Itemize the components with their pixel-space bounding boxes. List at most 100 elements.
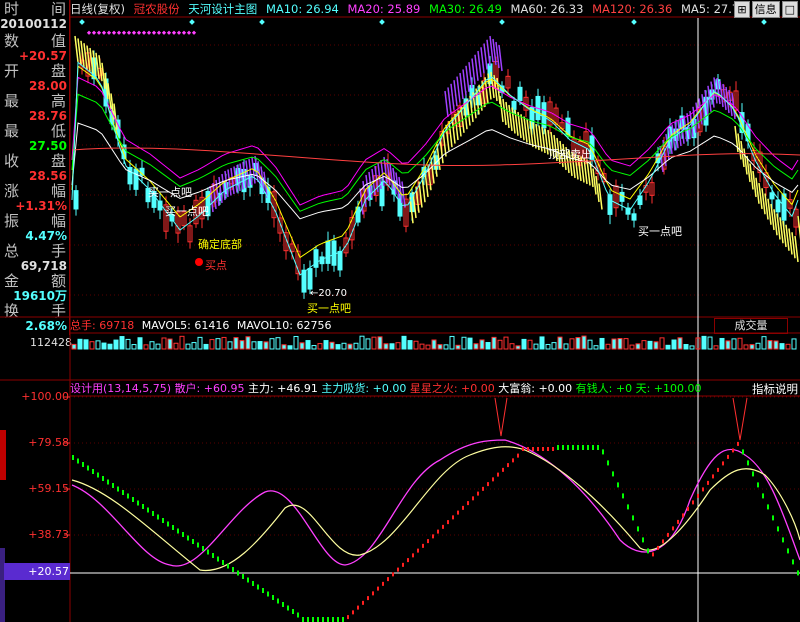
volume-bar: [785, 343, 791, 350]
yellow-band: [737, 133, 742, 160]
signal-diamond: [156, 30, 162, 35]
zhuli-line: [71, 446, 800, 572]
volume-bar: [515, 345, 521, 350]
volume-bar: [473, 343, 479, 350]
info-button[interactable]: 信息: [751, 1, 780, 18]
signal-dot: [637, 526, 639, 532]
volume-bar: [77, 338, 83, 350]
ma60-label: MA60: 26.33: [510, 2, 584, 16]
volume-bar: [251, 341, 257, 350]
signal-dot: [147, 507, 149, 513]
volume-bar: [707, 336, 713, 350]
purple-band: [450, 83, 455, 110]
buy-signal-label: 买一点吧: [148, 186, 192, 199]
signal-dot: [672, 526, 674, 531]
signal-dot: [392, 572, 394, 577]
volume-bar: [767, 340, 773, 350]
formula-name[interactable]: 天河设计主图: [188, 2, 257, 16]
indicator-help-button[interactable]: 指标说明: [752, 381, 798, 397]
signal-dot: [582, 445, 584, 450]
purple-band: [462, 69, 467, 96]
signal-dot: [732, 448, 734, 453]
volume-tab[interactable]: 成交量: [714, 318, 788, 334]
volume-bar: [779, 343, 785, 350]
signal-dot: [777, 526, 779, 532]
volume-bar: [173, 342, 179, 350]
signal-diamond: [166, 30, 172, 35]
volume-bar: [377, 336, 383, 350]
signal-dot: [407, 558, 409, 563]
signal-dot: [512, 458, 514, 463]
signal-dot: [362, 600, 364, 605]
volume-bar: [677, 337, 683, 350]
yellow-band: [743, 148, 748, 175]
yellow-band: [773, 209, 778, 236]
signal-dot: [692, 500, 694, 505]
low-price-label: ←20.70: [310, 288, 348, 299]
period-label[interactable]: 日线(复权): [70, 2, 125, 16]
signal-dot: [477, 491, 479, 496]
volume-bar: [629, 344, 635, 350]
volume-bar: [653, 341, 659, 350]
signal-diamond: [136, 30, 142, 35]
signal-dot: [182, 532, 184, 537]
signal-dot: [552, 447, 554, 451]
volume-bar: [83, 339, 89, 350]
signal-dot: [222, 560, 224, 565]
menu-button[interactable]: □: [781, 1, 798, 18]
signal-dot: [267, 591, 269, 597]
ma20-label: MA20: 25.89: [347, 2, 421, 16]
volume-bar: [623, 338, 629, 350]
volume-bar: [233, 337, 239, 350]
dafuweng-label: 大富翁: +0.00: [498, 382, 573, 395]
signal-dot: [397, 567, 399, 572]
signal-dot: [287, 605, 289, 611]
volume-bar: [185, 343, 191, 350]
signal-dot: [572, 445, 574, 450]
signal-diamond: [111, 30, 117, 35]
signal-dot: [642, 537, 644, 543]
main-chart-header: 日线(复权) 冠农股份 天河设计主图 MA10: 26.94 MA20: 25.…: [70, 0, 800, 18]
chart-canvas[interactable]: [0, 0, 800, 622]
signal-dot: [432, 534, 434, 539]
candle-body: [325, 240, 331, 264]
signal-dot: [722, 461, 724, 466]
volume-bar: [449, 335, 455, 350]
signal-dot: [587, 445, 589, 450]
volume-bar: [569, 338, 575, 350]
yellow-band: [598, 183, 603, 210]
signal-dot: [782, 537, 784, 543]
volume-bar: [245, 336, 251, 350]
signal-diamond: [171, 30, 177, 35]
volume-bar: [533, 343, 539, 350]
volume-bar: [665, 344, 671, 350]
volume-bar: [557, 336, 563, 350]
signal-dot: [597, 445, 599, 450]
purple-band: [486, 39, 491, 66]
yellow-band: [764, 193, 769, 220]
volume-bar: [119, 336, 125, 350]
indicator-name[interactable]: 设计用(13,14,5,75): [70, 382, 171, 395]
signal-dot: [142, 504, 144, 509]
signal-dot: [382, 581, 384, 586]
volume-bar: [575, 337, 581, 350]
yellow-band: [761, 188, 766, 215]
signal-dot: [117, 486, 119, 492]
signal-diamond: [101, 30, 107, 35]
signal-dot: [242, 574, 244, 579]
chart-toggle-button[interactable]: ⊞: [734, 1, 750, 18]
volume-bar: [113, 339, 119, 350]
signal-diamond: [191, 30, 197, 35]
volume-bar: [701, 335, 707, 350]
volume-bar: [359, 335, 365, 350]
signal-dot: [402, 562, 404, 567]
volume-bar: [347, 343, 353, 350]
buy-signal-label: 买一点吧: [638, 225, 682, 238]
signal-dot: [517, 453, 519, 458]
volume-bar: [161, 337, 167, 350]
volume-bar: [407, 340, 413, 350]
volume-bar: [383, 343, 389, 350]
volume-bar: [431, 339, 437, 350]
signal-dot: [162, 518, 164, 523]
volume-bar: [353, 342, 359, 350]
